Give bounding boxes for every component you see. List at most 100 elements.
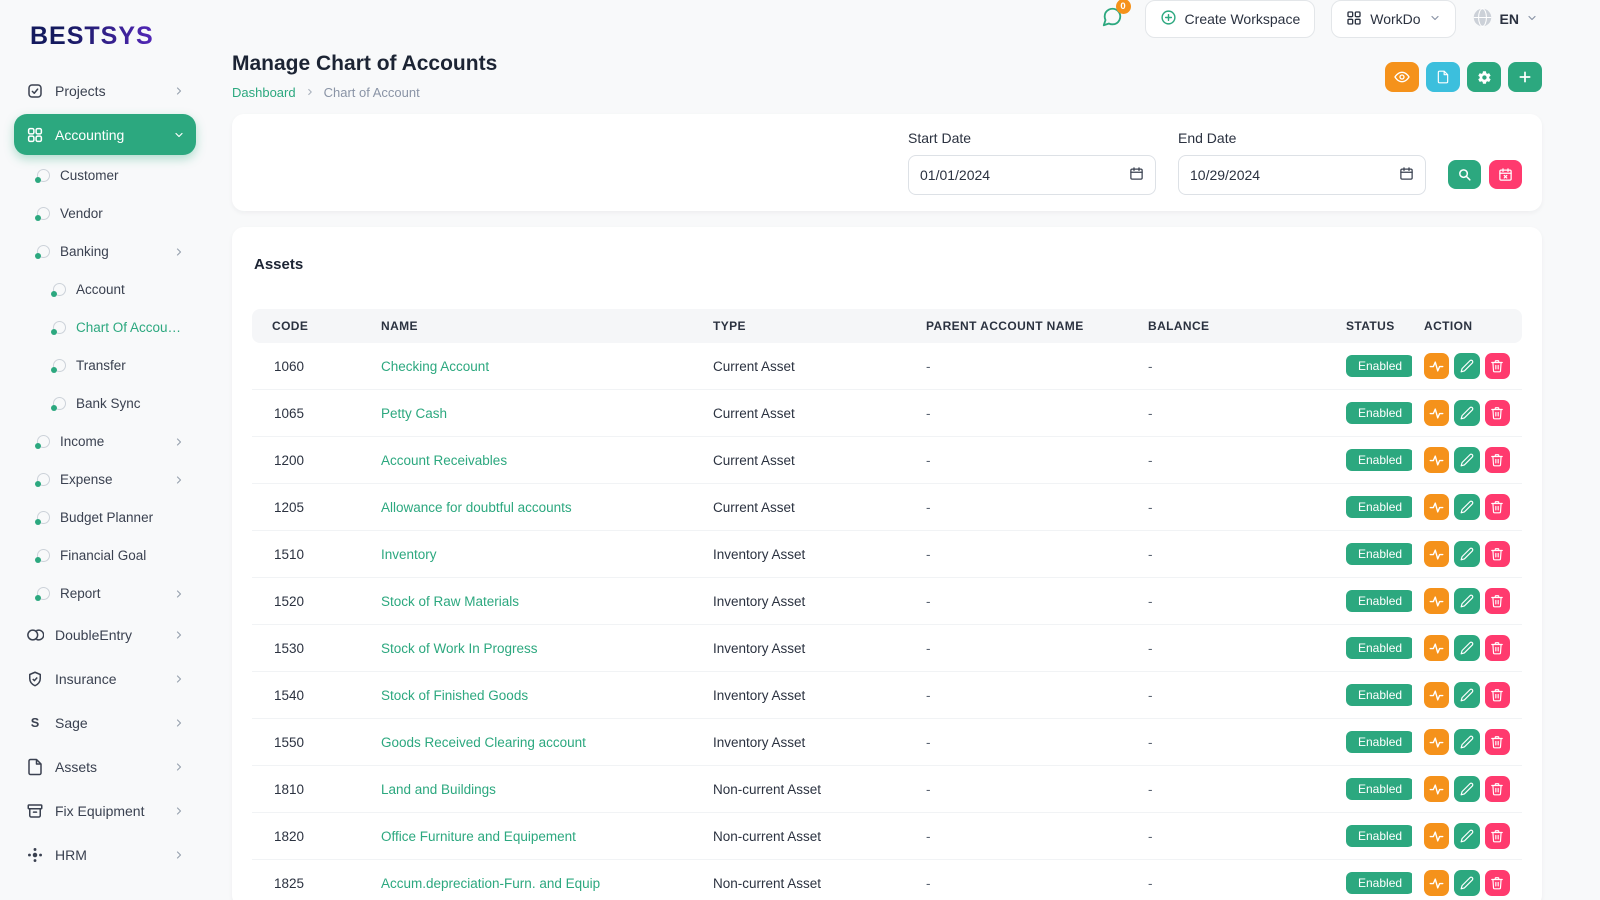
search-button[interactable] (1448, 160, 1481, 189)
account-name-link[interactable]: Allowance for doubtful accounts (381, 500, 572, 515)
cell-parent-account: - (914, 625, 1136, 672)
chevron-down-icon (1526, 11, 1538, 27)
sidebar-item-banking[interactable]: Banking (26, 234, 196, 269)
cell-balance: - (1136, 531, 1334, 578)
sidebar-item-customer[interactable]: Customer (26, 158, 196, 193)
edit-button[interactable] (1454, 682, 1479, 708)
sidebar-item-transfer[interactable]: Transfer (42, 348, 196, 383)
status-badge: Enabled (1346, 731, 1412, 753)
delete-button[interactable] (1485, 588, 1510, 614)
sidebar-item-financial-goal[interactable]: Financial Goal (26, 538, 196, 573)
workspace-switcher[interactable]: WorkDo (1331, 0, 1455, 38)
delete-button[interactable] (1485, 400, 1510, 426)
create-workspace-button[interactable]: Create Workspace (1145, 0, 1316, 38)
create-button[interactable] (1508, 62, 1542, 92)
edit-button[interactable] (1454, 729, 1479, 755)
sidebar-item-insurance[interactable]: Insurance (14, 658, 196, 699)
edit-button[interactable] (1454, 776, 1479, 802)
edit-button[interactable] (1454, 353, 1479, 379)
account-name-link[interactable]: Office Furniture and Equipement (381, 829, 576, 844)
import-button[interactable] (1426, 62, 1460, 92)
account-name-link[interactable]: Checking Account (381, 359, 489, 374)
cell-code: 1205 (252, 484, 369, 531)
sidebar-item-chart-of-accounts[interactable]: Chart Of Accounts (42, 310, 196, 345)
delete-button[interactable] (1485, 729, 1510, 755)
edit-button[interactable] (1454, 870, 1479, 896)
end-date-input[interactable]: 10/29/2024 (1178, 155, 1426, 195)
reset-filter-button[interactable] (1489, 160, 1522, 189)
bullet-icon (53, 359, 66, 372)
sidebar-item-account[interactable]: Account (42, 272, 196, 307)
sidebar-item-assets[interactable]: Assets (14, 746, 196, 787)
sidebar-item-budget-planner[interactable]: Budget Planner (26, 500, 196, 535)
sidebar-item-bank-sync[interactable]: Bank Sync (42, 386, 196, 421)
journal-button[interactable] (1424, 776, 1449, 802)
account-name-link[interactable]: Goods Received Clearing account (381, 735, 586, 750)
journal-button[interactable] (1424, 870, 1449, 896)
edit-button[interactable] (1454, 635, 1479, 661)
settings-button[interactable] (1467, 62, 1501, 92)
sidebar-item-projects[interactable]: Projects (14, 70, 196, 111)
journal-button[interactable] (1424, 635, 1449, 661)
delete-button[interactable] (1485, 635, 1510, 661)
sidebar-item-vendor[interactable]: Vendor (26, 196, 196, 231)
account-name-link[interactable]: Stock of Finished Goods (381, 688, 528, 703)
account-name-link[interactable]: Petty Cash (381, 406, 447, 421)
cell-code: 1530 (252, 625, 369, 672)
delete-button[interactable] (1485, 870, 1510, 896)
table-row: 1065Petty CashCurrent Asset--Enabled (252, 390, 1522, 437)
delete-button[interactable] (1485, 494, 1510, 520)
edit-button[interactable] (1454, 400, 1479, 426)
account-name-link[interactable]: Stock of Work In Progress (381, 641, 538, 656)
delete-button[interactable] (1485, 682, 1510, 708)
journal-button[interactable] (1424, 588, 1449, 614)
cell-type: Inventory Asset (701, 531, 914, 578)
edit-button[interactable] (1454, 823, 1479, 849)
pencil-icon (1460, 782, 1474, 796)
delete-button[interactable] (1485, 353, 1510, 379)
delete-button[interactable] (1485, 823, 1510, 849)
edit-button[interactable] (1454, 447, 1479, 473)
sidebar-item-income[interactable]: Income (26, 424, 196, 459)
account-name-link[interactable]: Accum.depreciation-Furn. and Equip (381, 876, 600, 891)
sidebar-item-accounting[interactable]: Accounting (14, 114, 196, 155)
table-row: 1810Land and BuildingsNon-current Asset-… (252, 766, 1522, 813)
breadcrumb-dashboard-link[interactable]: Dashboard (232, 85, 296, 100)
journal-button[interactable] (1424, 682, 1449, 708)
account-name-link[interactable]: Stock of Raw Materials (381, 594, 519, 609)
pulse-icon (1429, 829, 1444, 844)
account-name-link[interactable]: Inventory (381, 547, 437, 562)
account-name-link[interactable]: Land and Buildings (381, 782, 496, 797)
sidebar-item-sage[interactable]: SSage (14, 702, 196, 743)
language-selector[interactable]: EN (1472, 7, 1538, 31)
journal-button[interactable] (1424, 541, 1449, 567)
sage-icon: S (25, 713, 45, 733)
edit-button[interactable] (1454, 588, 1479, 614)
account-name-link[interactable]: Account Receivables (381, 453, 507, 468)
sidebar-item-hrm[interactable]: HRM (14, 834, 196, 875)
messages-button[interactable]: 0 (1095, 4, 1129, 34)
accounts-table: CODE NAME TYPE PARENT ACCOUNT NAME BALAN… (252, 309, 1522, 900)
edit-button[interactable] (1454, 541, 1479, 567)
journal-button[interactable] (1424, 494, 1449, 520)
table-row: 1060Checking AccountCurrent Asset--Enabl… (252, 343, 1522, 390)
edit-button[interactable] (1454, 494, 1479, 520)
sidebar-item-doubleentry[interactable]: DoubleEntry (14, 614, 196, 655)
delete-button[interactable] (1485, 447, 1510, 473)
status-badge: Enabled (1346, 496, 1412, 518)
cell-code: 1510 (252, 531, 369, 578)
status-badge: Enabled (1346, 355, 1412, 377)
journal-button[interactable] (1424, 823, 1449, 849)
sidebar-item-fix-equipment[interactable]: Fix Equipment (14, 790, 196, 831)
start-date-input[interactable]: 01/01/2024 (908, 155, 1156, 195)
delete-button[interactable] (1485, 776, 1510, 802)
journal-button[interactable] (1424, 729, 1449, 755)
pencil-icon (1460, 500, 1474, 514)
sidebar-item-expense[interactable]: Expense (26, 462, 196, 497)
sidebar-item-report[interactable]: Report (26, 576, 196, 611)
overview-button[interactable] (1385, 62, 1419, 92)
delete-button[interactable] (1485, 541, 1510, 567)
journal-button[interactable] (1424, 447, 1449, 473)
journal-button[interactable] (1424, 400, 1449, 426)
journal-button[interactable] (1424, 353, 1449, 379)
